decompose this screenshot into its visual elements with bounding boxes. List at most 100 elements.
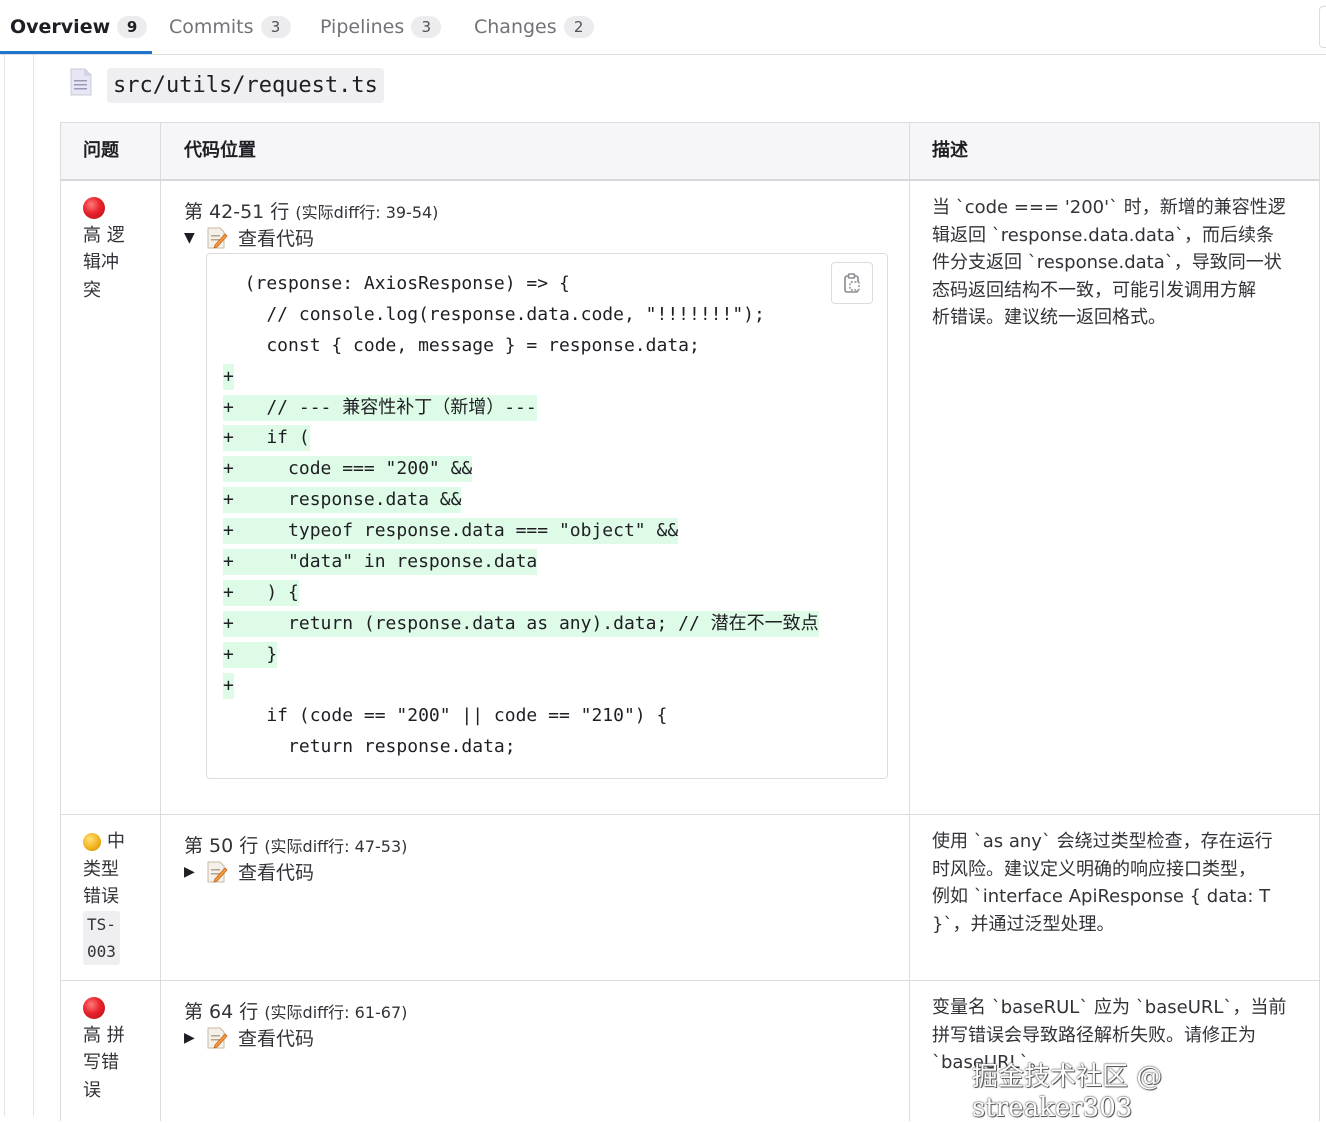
description-cell: 使用 `as any` 会绕过类型检查，存在运行 时风险。建议定义明确的响应接口…	[932, 828, 1302, 938]
description-line: 当 `code === '200'` 时，新增的兼容性逻	[932, 197, 1286, 218]
issue-text: 高 逻	[83, 224, 125, 246]
code-line-added: + // --- 兼容性补丁（新增）---	[223, 393, 819, 424]
diff-range: (实际diff行: 39-54)	[295, 203, 439, 222]
code-text: + code === "200" &&	[223, 456, 473, 483]
code-line-added: + typeof response.data === "object" &&	[223, 516, 819, 547]
code-line: // console.log(response.data.code, "!!!!…	[223, 300, 819, 331]
diff-range: (实际diff行: 61-67)	[264, 1003, 408, 1022]
diff-range: (实际diff行: 47-53)	[264, 837, 408, 856]
code-lines: (response: AxiosResponse) => { // consol…	[223, 269, 819, 763]
tab-count-badge: 3	[411, 16, 442, 38]
issue-cell: 高 拼 写错 误	[83, 994, 143, 1104]
code-text: // console.log(response.data.code, "!!!!…	[223, 303, 765, 325]
code-line-added: + response.data &&	[223, 485, 819, 516]
code-line-added: + }	[223, 640, 819, 671]
line-range: 第 64 行	[184, 1001, 259, 1023]
issue-text: 误	[83, 1079, 101, 1101]
thread-line	[33, 55, 34, 1116]
code-line-added: + ) {	[223, 578, 819, 609]
tab-pipelines[interactable]: Pipelines 3	[320, 0, 442, 54]
thread-line	[4, 55, 5, 1116]
severity-label: 中	[107, 831, 125, 852]
description-line: 态码返回结构不一致，可能引发调用方解	[932, 279, 1256, 301]
merge-request-tabs: Overview 9 Commits 3 Pipelines 3 Changes…	[0, 0, 1326, 55]
code-location: 第 50 行 (实际diff行: 47-53)	[184, 831, 407, 858]
code-line-added: + "data" in response.data	[223, 547, 819, 578]
watermark: 掘金技术社区 @ streaker303	[972, 1062, 1163, 1123]
code-line: const { code, message } = response.data;	[223, 331, 819, 362]
issue-cell: 高 逻 辑冲 突	[83, 194, 143, 304]
memo-icon	[206, 226, 228, 250]
code-text: if (code == "200" || code == "210") {	[223, 705, 668, 727]
sidebar-toggle-edge[interactable]	[1319, 6, 1326, 48]
code-line-added: + return (response.data as any).data; //…	[223, 609, 819, 640]
active-tab-indicator	[0, 51, 152, 54]
issue-text: 类型	[83, 858, 119, 880]
issue-text: 突	[83, 279, 101, 301]
code-text: + response.data &&	[223, 487, 462, 514]
review-table: 问题 代码位置 描述 高 逻 辑冲 突 第 42-51 行 (实际diff行: …	[60, 122, 1320, 1121]
description-line: 时风险。建议定义明确的响应接口类型，	[932, 858, 1256, 880]
code-text: +	[223, 363, 234, 390]
triangle-down-icon: ▼	[184, 229, 195, 246]
red-circle-icon	[83, 197, 105, 219]
yellow-circle-icon	[83, 833, 101, 851]
view-code-label: 查看代码	[238, 228, 315, 250]
memo-icon	[206, 1026, 228, 1050]
code-line: (response: AxiosResponse) => {	[223, 269, 819, 300]
code-line-added: +	[223, 671, 819, 702]
issue-code: TS- 003	[83, 910, 120, 965]
copy-code-button[interactable]	[831, 262, 873, 304]
triangle-right-icon: ▶	[184, 863, 195, 880]
tab-label: Commits	[169, 16, 254, 38]
tab-label: Changes	[474, 16, 557, 38]
file-icon	[70, 68, 92, 96]
line-range: 第 42-51 行	[184, 201, 290, 223]
issue-cell: 中 类型 错误 TS- 003	[83, 828, 143, 965]
view-code-label: 查看代码	[238, 1028, 315, 1050]
description-cell: 当 `code === '200'` 时，新增的兼容性逻 辑返回 `respon…	[932, 194, 1302, 332]
table-row: 中 类型 错误 TS- 003 第 50 行 (实际diff行: 47-53) ▶…	[61, 815, 1319, 981]
issue-code-part: 003	[87, 941, 116, 961]
code-text: + "data" in response.data	[223, 549, 538, 576]
code-line-added: + code === "200" &&	[223, 454, 819, 485]
code-text: + ) {	[223, 579, 299, 606]
code-text: + }	[223, 641, 278, 668]
description-line: 使用 `as any` 会绕过类型检查，存在运行	[932, 831, 1273, 852]
column-header-location: 代码位置	[184, 140, 256, 161]
triangle-right-icon: ▶	[184, 1029, 195, 1046]
memo-icon	[206, 860, 228, 884]
clipboard-icon	[844, 273, 860, 293]
tab-count-badge: 2	[563, 16, 594, 38]
tab-count-badge: 3	[260, 16, 291, 38]
code-line-added: +	[223, 362, 819, 393]
description-line: 变量名 `baseRUL` 应为 `baseURL`，当前	[932, 997, 1287, 1018]
code-text: + typeof response.data === "object" &&	[223, 518, 679, 545]
view-code-toggle[interactable]: ▶ 查看代码	[184, 858, 314, 885]
code-text: const { code, message } = response.data;	[223, 334, 700, 356]
description-line: 拼写错误会导致路径解析失败。请修正为	[932, 1024, 1256, 1046]
code-text: + return (response.data as any).data; //…	[223, 610, 819, 637]
line-range: 第 50 行	[184, 835, 259, 857]
tab-label: Overview	[10, 16, 111, 38]
tab-changes[interactable]: Changes 2	[474, 0, 594, 54]
description-line: 析错误。建议统一返回格式。	[932, 307, 1166, 328]
issue-text: 高 拼	[83, 1024, 125, 1046]
tab-commits[interactable]: Commits 3	[169, 0, 291, 54]
tab-count-badge: 9	[117, 16, 148, 38]
view-code-toggle[interactable]: ▼ 查看代码	[184, 224, 314, 251]
view-code-label: 查看代码	[238, 862, 315, 884]
code-snippet: (response: AxiosResponse) => { // consol…	[206, 253, 888, 779]
code-location: 第 42-51 行 (实际diff行: 39-54)	[184, 197, 438, 224]
column-header-description: 描述	[932, 140, 968, 161]
issue-text: 错误	[83, 886, 119, 907]
description-line: 例如 `interface ApiResponse { data: T	[932, 886, 1271, 907]
code-text: +	[223, 672, 234, 699]
view-code-toggle[interactable]: ▶ 查看代码	[184, 1024, 314, 1051]
table-header: 问题 代码位置 描述	[61, 123, 1319, 181]
column-header-issue: 问题	[83, 140, 119, 161]
code-text: return response.data;	[223, 736, 516, 758]
code-location: 第 64 行 (实际diff行: 61-67)	[184, 997, 407, 1024]
description-line: 件分支返回 `response.data`，导致同一状	[932, 252, 1282, 273]
tab-overview[interactable]: Overview 9	[10, 0, 148, 54]
